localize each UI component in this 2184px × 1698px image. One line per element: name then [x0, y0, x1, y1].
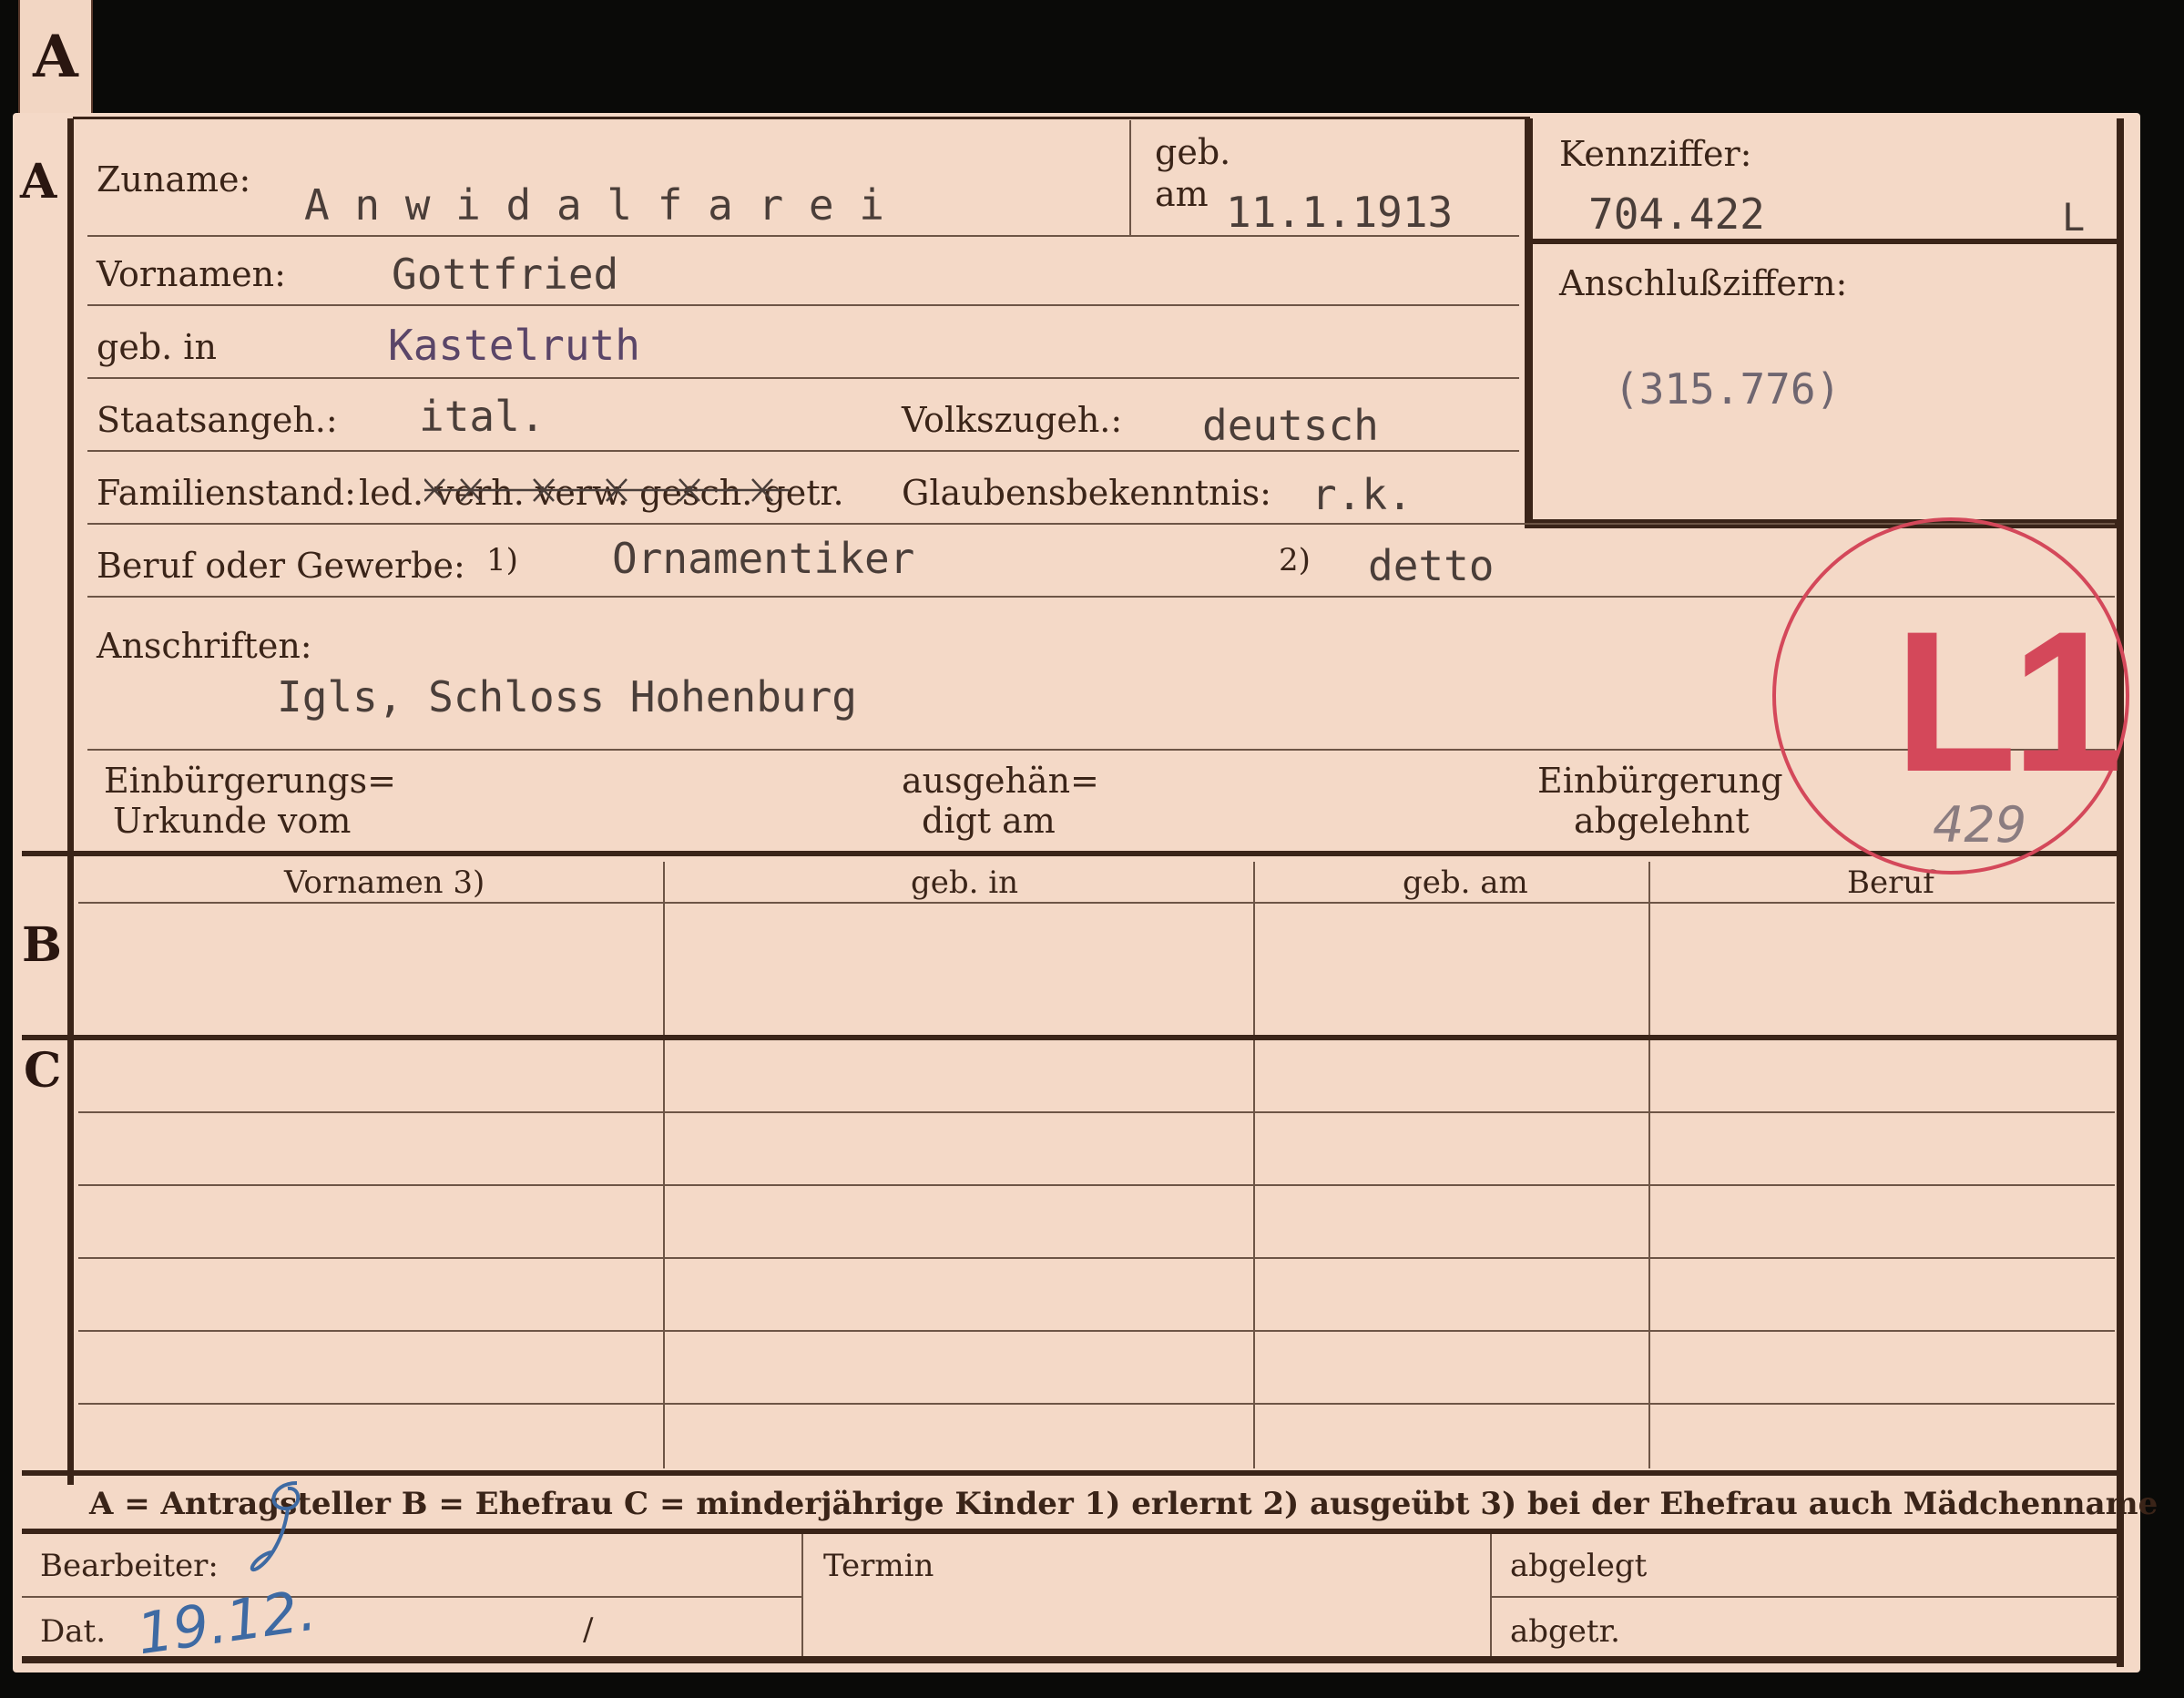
beruf-value-2: detto: [1368, 541, 1495, 590]
table-header-geb-am: geb. am: [1403, 864, 1528, 901]
dat-label: Dat.: [40, 1613, 107, 1650]
geb-am-divider: [1129, 120, 1131, 235]
row-rule-vornamen: [87, 304, 1519, 306]
beruf-marker-1: 1): [486, 542, 518, 578]
handwritten-initial: [233, 1474, 333, 1583]
left-margin-rule: [67, 118, 74, 1485]
section-c-label: C: [24, 1043, 62, 1099]
card-bottom-rule: [22, 1656, 2122, 1663]
row-rule-staatsangeh: [87, 450, 1519, 452]
section-b-bottom-rule: [22, 1035, 2122, 1040]
glaubensbekenntnis-label: Glaubensbekenntnis:: [902, 473, 1271, 513]
index-tab: A: [18, 0, 93, 115]
table-row-rule: [78, 1257, 2115, 1259]
abgetr-label: abgetr.: [1510, 1613, 1620, 1650]
section-a-bottom-rule: [22, 851, 2122, 856]
section-b-label: B: [22, 917, 62, 973]
vornamen-label: Vornamen:: [97, 254, 286, 294]
einbuergerung-abgelehnt-line2: abgelehnt: [1574, 801, 1750, 841]
beruf-value-1: Ornamentiker: [612, 534, 915, 583]
stamp-text: L1: [1894, 589, 2123, 813]
einbuergerungsurkunde-line2: Urkunde vom: [113, 801, 352, 841]
table-header-geb-in: geb. in: [911, 864, 1019, 901]
legend-text: A = Antragsteller B = Ehefrau C = minder…: [89, 1486, 2158, 1522]
anschriften-value: Igls, Schloss Hohenburg: [277, 672, 857, 721]
ausgehaendigt-line2: digt am: [922, 801, 1056, 841]
anschlussziffern-label: Anschlußziffern:: [1559, 263, 1848, 303]
section-a-label: A: [20, 154, 57, 210]
einbuergerung-abgelehnt-line1: Einbürgerung: [1537, 761, 1783, 801]
footer-rule-left: [22, 1596, 801, 1598]
table-row-rule: [78, 1184, 2115, 1186]
geb-am-label-1: geb.: [1155, 132, 1231, 172]
beruf-label: Beruf oder Gewerbe:: [97, 546, 465, 586]
beruf-marker-2: 2): [1279, 542, 1311, 578]
staatsangeh-label: Staatsangeh.:: [97, 400, 338, 440]
geb-in-value: Kastelruth: [388, 321, 640, 370]
geb-in-label: geb. in: [97, 327, 217, 367]
zuname-label: Zuname:: [97, 159, 251, 199]
row-rule-familienstand: [87, 523, 2115, 525]
abgelegt-label: abgelegt: [1510, 1548, 1648, 1584]
table-col-rule-3: [1648, 862, 1650, 1468]
kennziffer-suffix: L: [2062, 195, 2086, 240]
glaubensbekenntnis-value: r.k.: [1311, 470, 1413, 519]
index-tab-letter: A: [33, 23, 78, 91]
geb-am-value: 11.1.1913: [1226, 188, 1454, 237]
footer-rule-right: [1490, 1596, 2118, 1598]
table-col-rule-1: [663, 862, 665, 1468]
zuname-value: A n w i d a l f a r e i: [304, 180, 884, 230]
anschriften-label: Anschriften:: [97, 626, 312, 666]
table-row-rule: [78, 1111, 2115, 1113]
table-col-rule-2: [1253, 862, 1255, 1468]
volkszugeh-label: Volkszugeh.:: [902, 400, 1123, 440]
einbuergerungsurkunde-line1: Einbürgerungs=: [104, 761, 396, 801]
footer-divider-1: [801, 1534, 803, 1662]
dat-separator: /: [583, 1611, 594, 1648]
table-header-rule: [78, 902, 2115, 904]
familienstand-strikeout: [424, 474, 807, 506]
ausgehaendigt-line1: ausgehän=: [902, 761, 1099, 801]
footer-divider-2: [1490, 1534, 1492, 1662]
pencil-note: 429: [1933, 796, 2027, 854]
termin-label: Termin: [823, 1548, 934, 1584]
table-row-rule: [78, 1330, 2115, 1332]
kennziffer-label: Kennziffer:: [1559, 134, 1752, 174]
row-rule-geb-in: [87, 377, 1519, 379]
volkszugeh-value: deutsch: [1202, 401, 1379, 450]
staatsangeh-value: ital.: [419, 392, 546, 441]
geb-am-label-2: am: [1155, 174, 1209, 214]
right-border: [2117, 118, 2124, 1667]
anschlussziffern-value: (315.776): [1614, 364, 1842, 414]
bearbeiter-label: Bearbeiter:: [40, 1548, 219, 1584]
kennziffer-box-left: [1525, 118, 1533, 528]
table-header-vornamen: Vornamen 3): [284, 864, 485, 901]
kennziffer-value: 704.422: [1588, 189, 1765, 239]
top-rule: [73, 117, 1530, 119]
legend-bottom-rule: [22, 1529, 2122, 1534]
table-row-rule: [78, 1403, 2115, 1405]
familienstand-label: Familienstand:: [97, 473, 356, 513]
kennziffer-box-divider: [1525, 239, 2117, 244]
vornamen-value: Gottfried: [392, 250, 619, 299]
legend-top-rule: [22, 1470, 2122, 1476]
